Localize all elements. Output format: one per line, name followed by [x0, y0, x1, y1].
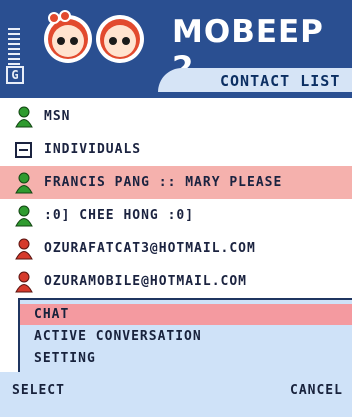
menu-item-setting[interactable]: SETTING [20, 348, 352, 369]
options-menu: CHAT ACTIVE CONVERSATION SETTING [18, 298, 352, 372]
list-item-msn[interactable]: MSN [0, 100, 352, 133]
list-item-ozurafatcat3[interactable]: OZURAFATCAT3@HOTMAIL.COM [0, 232, 352, 265]
msn-user-icon [15, 106, 33, 127]
cancel-softkey[interactable]: CANCEL [290, 383, 343, 398]
collapse-group-icon[interactable] [14, 139, 34, 161]
list-item-chee-hong[interactable]: :0] CHEE HONG :0] [0, 199, 352, 232]
screen-subtitle: CONTACT LIST [220, 72, 341, 90]
select-softkey[interactable]: SELECT [12, 383, 65, 398]
mobeep-faces-logo [44, 10, 144, 63]
network-badge: G [6, 66, 24, 84]
softkey-bar: SELECT CANCEL [0, 372, 352, 417]
msn-user-icon [15, 205, 33, 226]
list-item-francis-pang[interactable]: FRANCIS PANG :: MARY PLEASE [0, 166, 352, 199]
list-item-label: MSN [44, 109, 71, 124]
list-item-label: OZURAFATCAT3@HOTMAIL.COM [44, 241, 256, 256]
list-item-label: FRANCIS PANG :: MARY PLEASE [44, 175, 283, 190]
list-item-label: :0] CHEE HONG :0] [44, 208, 195, 223]
menu-item-chat[interactable]: CHAT [20, 304, 352, 325]
msn-user-offline-icon [15, 238, 33, 259]
list-item-individuals-group[interactable]: INDIVIDUALS [0, 133, 352, 166]
msn-user-icon [15, 172, 33, 193]
list-item-label: INDIVIDUALS [44, 142, 142, 157]
list-item-ozuramobile[interactable]: OZURAMOBILE@HOTMAIL.COM [0, 265, 352, 298]
menu-item-active-conversation[interactable]: ACTIVE CONVERSATION [20, 326, 352, 347]
msn-user-offline-icon [15, 271, 33, 292]
list-item-label: OZURAMOBILE@HOTMAIL.COM [44, 274, 248, 289]
app-header: G MOBEEP 2 CONTACT LIST [0, 0, 352, 98]
